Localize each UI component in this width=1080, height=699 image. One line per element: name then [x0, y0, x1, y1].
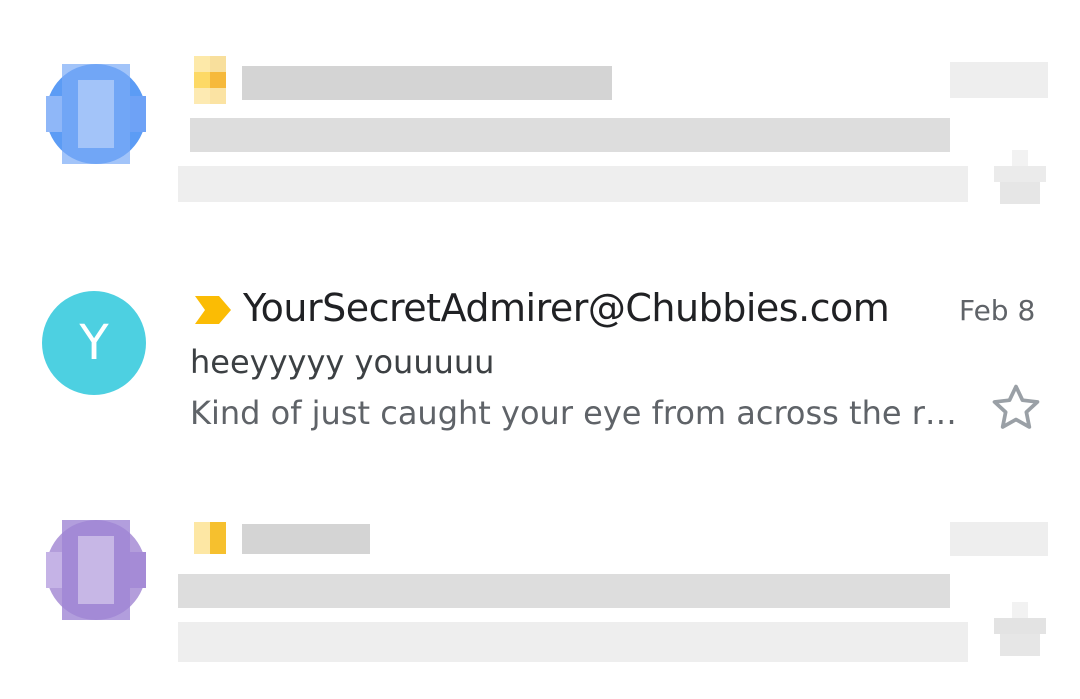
important-marker-icon[interactable]: [195, 296, 231, 324]
date-obscured: [950, 62, 1048, 98]
star-obscured-icon[interactable]: [994, 150, 1046, 206]
message-snippet: Kind of just caught your eye from across…: [190, 394, 957, 432]
snippet-obscured: [178, 622, 968, 662]
sender-obscured: [242, 524, 370, 554]
important-marker-icon: [194, 56, 226, 104]
message-row-obscured-1[interactable]: [0, 0, 1080, 240]
avatar-obscured: [32, 50, 160, 178]
message-list: Y YourSecretAdmirer@Chubbies.com Feb 8 h…: [0, 0, 1080, 699]
message-subject: heeyyyyy youuuuu: [190, 343, 495, 381]
sender-name: YourSecretAdmirer@Chubbies.com: [243, 286, 890, 330]
sender-obscured: [242, 66, 612, 100]
subject-obscured: [190, 118, 950, 152]
star-outline-icon[interactable]: [988, 380, 1044, 436]
snippet-obscured: [178, 166, 968, 202]
sender-avatar: Y: [42, 291, 146, 395]
date-obscured: [950, 522, 1048, 556]
important-marker-icon: [194, 522, 226, 554]
message-date: Feb 8: [959, 294, 1036, 327]
subject-obscured: [178, 574, 950, 608]
message-row[interactable]: [0, 240, 1080, 480]
avatar-obscured: [32, 506, 160, 634]
message-row-obscured-2[interactable]: [0, 480, 1080, 699]
star-obscured-icon[interactable]: [994, 602, 1046, 658]
avatar-letter: Y: [79, 315, 109, 371]
